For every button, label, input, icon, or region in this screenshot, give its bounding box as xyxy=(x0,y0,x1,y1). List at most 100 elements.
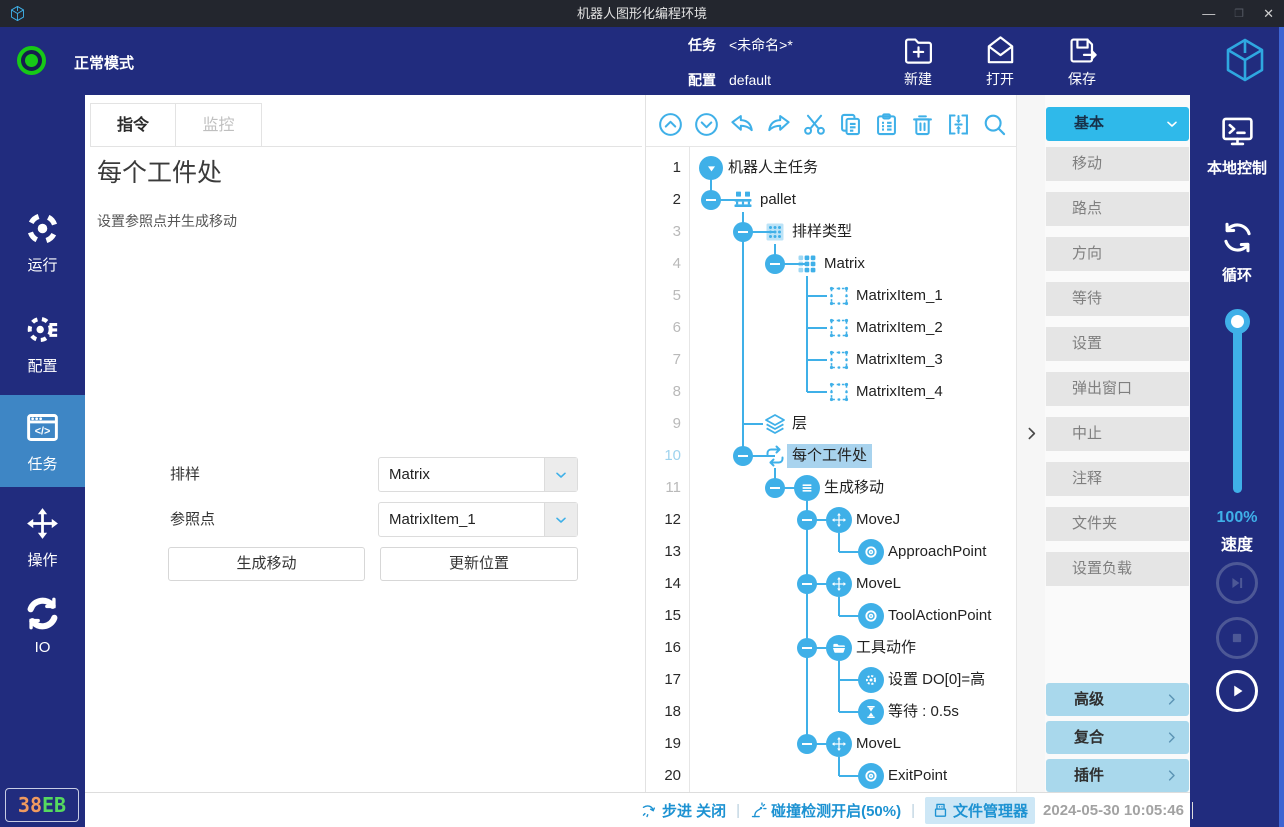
palette-group-basic[interactable]: 基本 xyxy=(1046,107,1189,141)
matrix-item-icon xyxy=(827,316,851,340)
sidebar-item-config[interactable]: 配置 xyxy=(0,299,85,387)
tree-node-label[interactable]: 工具动作 xyxy=(856,636,916,660)
new-task-button[interactable]: 新建 xyxy=(882,33,954,89)
speed-value: 100% xyxy=(1190,509,1284,527)
window-title: 机器人图形化编程环境 xyxy=(0,0,1284,27)
row-number: 13 xyxy=(646,543,681,560)
tree-node-label[interactable]: 等待 : 0.5s xyxy=(888,700,959,724)
tree-node-label[interactable]: ApproachPoint xyxy=(888,540,986,564)
sidebar-item-run[interactable]: 运行 xyxy=(0,198,85,286)
minimize-button[interactable]: — xyxy=(1202,6,1215,21)
expander-toggle[interactable] xyxy=(699,156,723,180)
palette-group[interactable]: 复合 xyxy=(1046,721,1189,754)
palette-group[interactable]: 高级 xyxy=(1046,683,1189,716)
palette-item[interactable]: 移动 xyxy=(1046,147,1189,181)
refpoint-field-row: 参照点 MatrixItem_1 xyxy=(85,502,645,537)
minus-icon xyxy=(802,519,812,521)
collapse-toggle[interactable] xyxy=(733,446,753,466)
tree-connector xyxy=(807,327,827,329)
tree-node-label[interactable]: ExitPoint xyxy=(888,764,947,788)
palette-item[interactable]: 设置负载 xyxy=(1046,552,1189,586)
collision-status[interactable]: 碰撞检测开启(50%) xyxy=(771,800,901,821)
palette-item[interactable]: 等待 xyxy=(1046,282,1189,316)
tree-node-label[interactable]: 机器人主任务 xyxy=(728,156,818,180)
palette-item[interactable]: 设置 xyxy=(1046,327,1189,361)
sidebar-item-io[interactable]: IO xyxy=(0,581,85,669)
tree-connector xyxy=(839,679,859,681)
speed-slider-track[interactable] xyxy=(1233,321,1242,493)
save-task-button[interactable]: 保存 xyxy=(1046,33,1118,89)
tree-node-label[interactable]: 生成移动 xyxy=(824,476,884,500)
tree-node-label[interactable]: 层 xyxy=(792,412,807,436)
instruction-palette: 基本 移动路点方向等待设置弹出窗口中止注释文件夹设置负载 高级复合插件 xyxy=(1045,95,1190,792)
palette-item[interactable]: 方向 xyxy=(1046,237,1189,271)
tab-monitor[interactable]: 监控 xyxy=(176,103,262,146)
run-icon xyxy=(24,210,61,247)
row-number: 14 xyxy=(646,575,681,592)
tree-node-label[interactable]: 排样类型 xyxy=(792,220,852,244)
tree-connector xyxy=(807,359,827,361)
play-button[interactable] xyxy=(1216,670,1258,712)
palette-collapse-strip[interactable] xyxy=(1016,95,1045,792)
collapse-toggle[interactable] xyxy=(797,510,817,530)
collapse-toggle[interactable] xyxy=(701,190,721,210)
tree-node-label[interactable]: MoveJ xyxy=(856,508,900,532)
palette-item[interactable]: 弹出窗口 xyxy=(1046,372,1189,406)
collapse-toggle[interactable] xyxy=(797,734,817,754)
config-label: 配置 xyxy=(688,70,716,90)
tree-node-label[interactable]: 每个工件处 xyxy=(787,444,872,468)
update-position-button[interactable]: 更新位置 xyxy=(380,547,578,581)
window-edge-scrollbar[interactable] xyxy=(1279,27,1284,827)
stop-button[interactable] xyxy=(1216,617,1258,659)
tree-node-label[interactable]: MatrixItem_1 xyxy=(856,284,943,308)
config-value: default xyxy=(729,72,771,88)
sidebar-item-operate[interactable]: 操作 xyxy=(0,493,85,581)
tree-node-label[interactable]: MoveL xyxy=(856,732,901,756)
refpoint-select[interactable]: MatrixItem_1 xyxy=(378,502,578,537)
collision-icon xyxy=(750,802,767,819)
tree-node-label[interactable]: MatrixItem_2 xyxy=(856,316,943,340)
local-control-button[interactable]: 本地控制 xyxy=(1190,112,1284,178)
collapse-toggle[interactable] xyxy=(733,222,753,242)
collapse-toggle[interactable] xyxy=(765,254,785,274)
tree-connector xyxy=(839,615,859,617)
tree-node-label[interactable]: pallet xyxy=(760,188,796,212)
tree-node-label[interactable]: ToolActionPoint xyxy=(888,604,991,628)
tree-node-label[interactable]: MoveL xyxy=(856,572,901,596)
pattern-select[interactable]: Matrix xyxy=(378,457,578,492)
palette-item[interactable]: 注释 xyxy=(1046,462,1189,496)
cycle-button[interactable]: 循环 xyxy=(1190,219,1284,285)
tab-instruction[interactable]: 指令 xyxy=(90,103,176,146)
mode-indicator-icon[interactable] xyxy=(17,46,46,75)
collapse-toggle[interactable] xyxy=(765,478,785,498)
row-number: 20 xyxy=(646,767,681,784)
tree-node-label[interactable]: MatrixItem_4 xyxy=(856,380,943,404)
tree-node-label[interactable]: 设置 DO[0]=高 xyxy=(888,668,985,692)
sidebar-item-task[interactable]: </> 任务 xyxy=(0,395,85,487)
palette-item[interactable]: 路点 xyxy=(1046,192,1189,226)
point-circle-icon xyxy=(858,763,884,789)
tree-node-label[interactable]: MatrixItem_3 xyxy=(856,348,943,372)
pattern-icon xyxy=(763,220,787,244)
chevron-right-icon xyxy=(1164,692,1179,707)
collapse-toggle[interactable] xyxy=(797,638,817,658)
maximize-button[interactable]: ❐ xyxy=(1234,7,1244,20)
palette-group[interactable]: 插件 xyxy=(1046,759,1189,792)
palette-item[interactable]: 中止 xyxy=(1046,417,1189,451)
matrix-item-icon xyxy=(827,284,851,308)
collapse-toggle[interactable] xyxy=(797,574,817,594)
row-number: 2 xyxy=(646,191,681,208)
tree-node-label[interactable]: Matrix xyxy=(824,252,865,276)
row-number: 16 xyxy=(646,639,681,656)
open-task-button[interactable]: 打开 xyxy=(964,33,1036,89)
speed-slider-thumb[interactable] xyxy=(1225,309,1250,334)
collapse-chevron-icon[interactable] xyxy=(1023,425,1040,442)
step-forward-button[interactable] xyxy=(1216,562,1258,604)
tab-bar: 指令 监控 xyxy=(90,103,642,147)
palette-item[interactable]: 文件夹 xyxy=(1046,507,1189,541)
play-icon xyxy=(1226,680,1248,702)
generate-move-button[interactable]: 生成移动 xyxy=(168,547,365,581)
step-mode-status[interactable]: 步进 关闭 xyxy=(662,800,726,821)
file-manager-button[interactable]: 文件管理器 xyxy=(925,797,1035,824)
close-button[interactable]: ✕ xyxy=(1263,6,1274,22)
